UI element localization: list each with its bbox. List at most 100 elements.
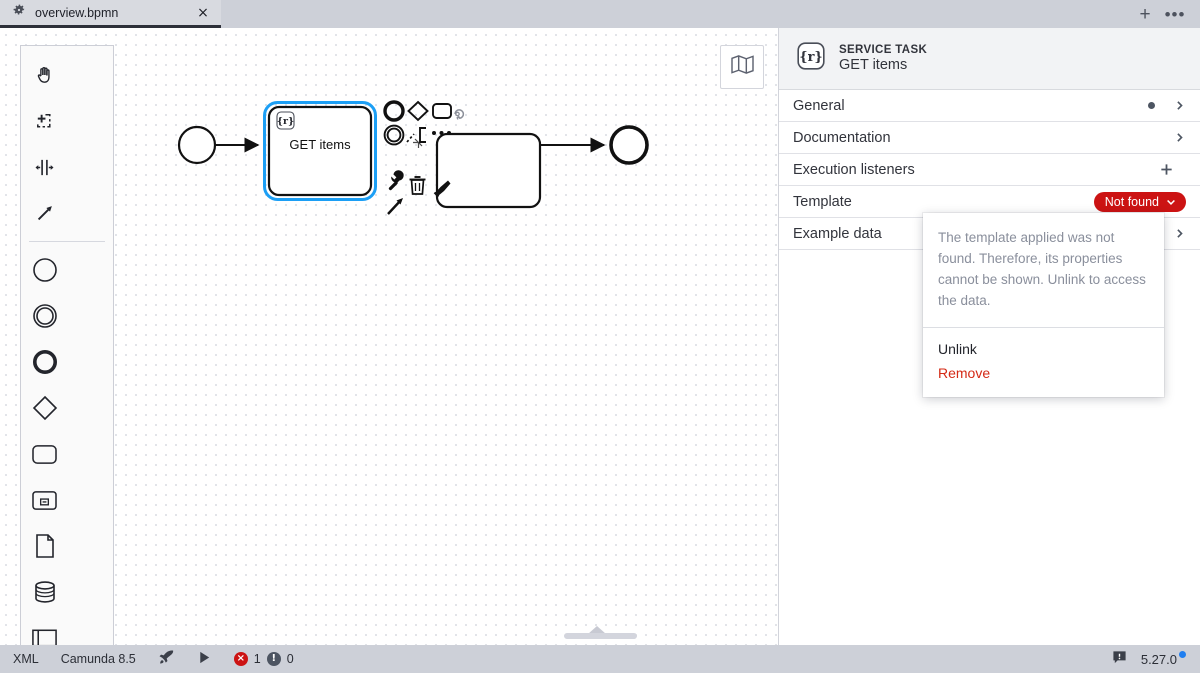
wrench-gear-icon[interactable]	[454, 109, 465, 120]
plus-icon: +	[1139, 3, 1151, 25]
hand-tool[interactable]	[21, 52, 68, 98]
new-tab-button[interactable]: +	[1134, 3, 1156, 25]
gear-icon	[12, 3, 26, 22]
engine-version-button[interactable]: Camunda 8.5	[50, 645, 147, 673]
end-event-icon	[32, 349, 58, 375]
create-start-event[interactable]	[21, 247, 68, 293]
problems-button[interactable]: × 1 ! 0	[223, 645, 305, 673]
app-version[interactable]: 5.27.0	[1140, 650, 1186, 667]
group-documentation[interactable]: Documentation	[779, 122, 1200, 154]
minimap-toggle[interactable]	[720, 45, 764, 89]
svg-text:{r}: {r}	[277, 116, 294, 127]
chevron-right-icon	[1173, 131, 1186, 144]
bpmn-palette	[20, 45, 114, 645]
log-icon[interactable]	[1112, 650, 1127, 668]
add-execution-listener-button[interactable]	[1156, 160, 1176, 180]
task-icon	[31, 443, 58, 466]
tab-bar-spacer	[221, 0, 1134, 28]
append-text-annotation-button[interactable]	[406, 127, 426, 148]
template-dropdown-actions: Unlink Remove	[923, 328, 1164, 397]
connect-arrow-icon[interactable]	[387, 198, 403, 215]
space-tool[interactable]	[21, 144, 68, 190]
gateway-diamond-icon	[32, 395, 58, 421]
warning-icon: !	[266, 652, 281, 666]
template-dropdown-menu: The template applied was not found. Ther…	[923, 213, 1164, 398]
lasso-tool[interactable]	[21, 98, 68, 144]
unlink-template-item[interactable]: Unlink	[923, 337, 1164, 361]
connect-arrow-icon	[34, 202, 56, 224]
group-documentation-label: Documentation	[793, 129, 891, 146]
bpmn-canvas[interactable]: {r} GET items	[0, 28, 779, 645]
canvas-horizontal-scrollbar[interactable]	[564, 633, 637, 639]
task-unnamed[interactable]	[435, 132, 542, 209]
deploy-button[interactable]	[147, 645, 186, 673]
palette-divider	[29, 241, 105, 242]
create-expanded-subprocess[interactable]	[21, 477, 68, 523]
append-intermediate-event-button[interactable]	[383, 124, 405, 146]
create-gateway[interactable]	[21, 385, 68, 431]
tab-overview-bpmn[interactable]: overview.bpmn ×	[0, 0, 221, 28]
warning-count: 0	[286, 652, 294, 666]
app-window: overview.bpmn × + ••• {r} GET items {r} …	[0, 0, 1200, 673]
palette-tools-group	[21, 52, 113, 236]
status-bar: XML Camunda 8.5 × 1 ! 0 5.27.0	[0, 645, 1200, 673]
trash-icon[interactable]	[409, 176, 426, 195]
close-icon[interactable]: ×	[195, 5, 211, 21]
tab-bar-actions: + •••	[1134, 0, 1200, 28]
group-execution-listeners-label: Execution listeners	[793, 161, 915, 178]
data-store-icon	[32, 580, 58, 604]
data-object-icon	[34, 533, 56, 559]
subprocess-icon	[31, 489, 58, 512]
remove-template-item[interactable]: Remove	[923, 361, 1164, 385]
append-end-event-button[interactable]	[383, 100, 405, 122]
element-type-label: SERVICE TASK	[839, 44, 928, 56]
create-participant[interactable]	[21, 615, 68, 645]
ellipsis-icon: •••	[1164, 4, 1186, 24]
append-gateway-button[interactable]	[407, 100, 429, 122]
palette-elements-group	[21, 247, 113, 645]
map-icon	[730, 54, 755, 80]
create-data-store[interactable]	[21, 569, 68, 615]
intermediate-event-icon	[32, 303, 58, 329]
service-task-get-items[interactable]: {r} GET items	[263, 101, 377, 201]
app-version-label: 5.27.0	[1140, 651, 1177, 667]
tab-label: overview.bpmn	[35, 5, 119, 20]
status-bar-left: XML Camunda 8.5 × 1 ! 0	[0, 645, 305, 673]
append-task-button[interactable]	[432, 103, 452, 119]
create-intermediate-event[interactable]	[21, 293, 68, 339]
svg-text:{r}: {r}	[799, 50, 823, 65]
more-options-button[interactable]	[432, 131, 451, 135]
tab-bar: overview.bpmn × + •••	[0, 0, 1200, 28]
xml-view-button[interactable]: XML	[0, 645, 50, 673]
service-task-script-icon: {r}	[795, 40, 827, 77]
run-button[interactable]	[186, 645, 223, 673]
end-event[interactable]	[609, 125, 649, 165]
chevron-right-icon	[1173, 227, 1186, 240]
chevron-right-icon	[1173, 99, 1186, 112]
tab-overflow-button[interactable]: •••	[1164, 3, 1186, 25]
template-not-found-badge[interactable]: Not found	[1093, 191, 1186, 212]
bpmn-diagram: {r} GET items	[177, 100, 649, 215]
group-general-status-dot	[1148, 102, 1155, 109]
element-name-label: GET items	[839, 57, 908, 73]
template-badge-label: Not found	[1104, 194, 1159, 209]
group-general-label: General	[793, 97, 845, 114]
create-task[interactable]	[21, 431, 68, 477]
group-general[interactable]: General	[779, 90, 1200, 122]
chevron-down-icon	[1165, 196, 1177, 208]
engine-version-label: Camunda 8.5	[60, 652, 136, 666]
properties-panel-header: {r} SERVICE TASK GET items	[779, 28, 1200, 90]
create-end-event[interactable]	[21, 339, 68, 385]
error-count: 1	[253, 652, 261, 666]
create-data-object[interactable]	[21, 523, 68, 569]
participant-pool-icon	[31, 627, 58, 645]
lasso-icon	[33, 110, 56, 133]
group-execution-listeners[interactable]: Execution listeners	[779, 154, 1200, 186]
global-connect-tool[interactable]	[21, 190, 68, 236]
space-tool-icon	[33, 156, 56, 179]
start-event[interactable]	[177, 125, 217, 165]
update-available-dot	[1179, 650, 1186, 658]
group-template-label: Template	[793, 193, 852, 210]
wrench-icon[interactable]	[388, 170, 404, 191]
xml-view-label: XML	[13, 652, 39, 666]
